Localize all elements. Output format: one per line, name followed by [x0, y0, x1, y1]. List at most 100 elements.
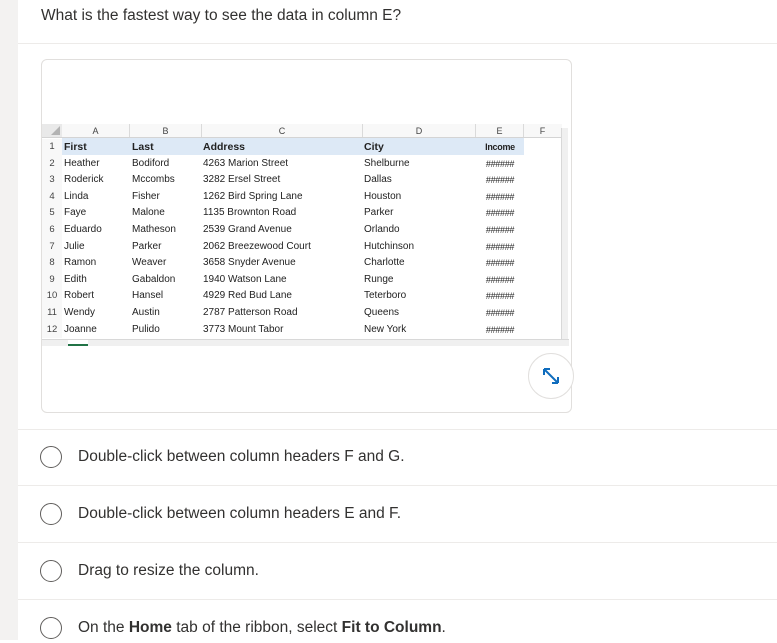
- row-header: 11: [42, 305, 62, 322]
- data-cell: Linda: [64, 190, 89, 202]
- row-header: 1: [42, 139, 62, 156]
- data-cell: Orlando: [364, 224, 400, 235]
- column-title-cell: First: [64, 141, 87, 153]
- column-header-d: D: [363, 124, 476, 137]
- data-cell: Fisher: [132, 190, 160, 202]
- radio-button[interactable]: [40, 503, 62, 525]
- answer-option-4[interactable]: On the Home tab of the ribbon, select Fi…: [40, 613, 446, 643]
- data-cell: Austin: [132, 307, 160, 318]
- left-gutter: [0, 0, 18, 640]
- data-cell: ######: [485, 175, 515, 186]
- data-cell: 2539 Grand Avenue: [203, 224, 292, 235]
- answer-option-3[interactable]: Drag to resize the column.: [40, 556, 259, 586]
- data-cell: 3658 Snyder Avenue: [203, 257, 296, 269]
- data-cell: Weaver: [132, 257, 167, 269]
- data-cell: Dallas: [364, 174, 392, 186]
- row-header: 10: [42, 288, 62, 305]
- answer-text-part: On the: [78, 619, 129, 636]
- row-header: 2: [42, 155, 62, 173]
- expand-image-button[interactable]: [528, 353, 574, 399]
- data-cell: ######: [485, 191, 515, 202]
- data-cell: Joanne: [64, 323, 97, 335]
- data-cell: Eduardo: [64, 224, 102, 235]
- row-header: 9: [42, 271, 62, 289]
- column-header-a: A: [62, 124, 130, 137]
- data-cell: Robert: [64, 290, 95, 302]
- column-header-row: A B C D E F: [42, 124, 562, 138]
- data-cell: Julie: [64, 240, 85, 252]
- data-cell: 1940 Watson Lane: [203, 273, 287, 285]
- data-cell: ######: [485, 291, 515, 302]
- data-cell: Charlotte: [364, 257, 405, 269]
- row-header: 5: [42, 205, 62, 222]
- column-title-cell: Income: [485, 142, 515, 152]
- sheet-tab: [68, 340, 88, 346]
- row-header: 4: [42, 188, 62, 206]
- data-cell: ######: [485, 324, 515, 335]
- answer-divider: [18, 542, 777, 543]
- data-cell: 3773 Mount Tabor: [203, 323, 284, 335]
- sheet-tab-bar: [42, 339, 569, 346]
- answer-text: On the Home tab of the ribbon, select Fi…: [78, 619, 446, 637]
- answer-option-2[interactable]: Double-click between column headers E an…: [40, 499, 401, 529]
- answer-home-label: Home: [128, 619, 172, 636]
- answer-text-part: tab of the ribbon, select: [171, 619, 342, 636]
- data-cell: Runge: [364, 273, 394, 285]
- radio-button[interactable]: [40, 617, 62, 639]
- radio-button[interactable]: [40, 560, 62, 582]
- data-cell: Wendy: [64, 307, 95, 318]
- answer-fit-to-column-label: Fit to Column: [341, 619, 442, 636]
- row-header: 8: [42, 255, 62, 272]
- data-cell: New York: [364, 323, 407, 335]
- data-cell: ######: [485, 274, 515, 285]
- data-cell: Queens: [364, 307, 400, 318]
- data-cell: Shelburne: [364, 157, 410, 169]
- radio-button[interactable]: [40, 446, 62, 468]
- row-header: 12: [42, 321, 62, 339]
- answer-option-1[interactable]: Double-click between column headers F an…: [40, 442, 405, 472]
- data-cell: 4929 Red Bud Lane: [203, 290, 292, 302]
- data-cell: ######: [485, 225, 515, 235]
- answer-divider: [18, 429, 777, 430]
- question-text: What is the fastest way to see the data …: [41, 7, 402, 24]
- spreadsheet-image: A B C D E F 1 First Last Address City Income 2…: [42, 124, 569, 347]
- vertical-scrollbar: [561, 128, 568, 340]
- data-cell: 4263 Marion Street: [203, 157, 289, 169]
- column-title-cell: Address: [203, 141, 246, 153]
- column-header-f: F: [539, 126, 546, 136]
- data-cell: 2787 Patterson Road: [203, 307, 298, 318]
- data-cell: Roderick: [64, 174, 104, 186]
- data-cell: 1135 Brownton Road: [203, 207, 297, 219]
- column-header-e: E: [476, 124, 524, 137]
- data-cell: Bodiford: [132, 157, 170, 169]
- data-cell: ######: [485, 258, 515, 269]
- data-cell: 2062 Breezewood Court: [203, 240, 311, 252]
- data-cell: 3282 Ersel Street: [203, 174, 281, 186]
- answer-divider: [18, 599, 777, 600]
- expand-arrows-icon: [543, 368, 559, 384]
- data-cell: ######: [485, 208, 515, 219]
- data-cell: Hansel: [132, 290, 164, 302]
- data-cell: Mccombs: [132, 174, 175, 186]
- data-cell: ######: [485, 241, 515, 252]
- column-header-b: B: [130, 124, 202, 137]
- data-cell: Gabaldon: [132, 273, 176, 285]
- data-cell: Pulido: [132, 323, 160, 335]
- column-title-cell: Last: [132, 141, 154, 153]
- row-header: 3: [42, 172, 62, 189]
- data-cell: Malone: [132, 207, 165, 219]
- select-all-corner: [42, 124, 62, 137]
- column-title-cell: City: [364, 141, 384, 153]
- question-divider: [18, 43, 777, 44]
- data-cell: Faye: [64, 207, 87, 219]
- answer-text-part: .: [441, 619, 446, 636]
- answer-text: Double-click between column headers F an…: [78, 448, 405, 465]
- data-cell: Houston: [364, 190, 402, 202]
- data-cell: Teterboro: [364, 290, 407, 302]
- column-header-c: C: [202, 124, 363, 137]
- data-cell: ######: [485, 308, 515, 318]
- data-cell: Matheson: [132, 224, 176, 235]
- data-cell: Ramon: [64, 257, 97, 269]
- data-cell: Hutchinson: [364, 240, 415, 252]
- data-cell: ######: [485, 158, 515, 169]
